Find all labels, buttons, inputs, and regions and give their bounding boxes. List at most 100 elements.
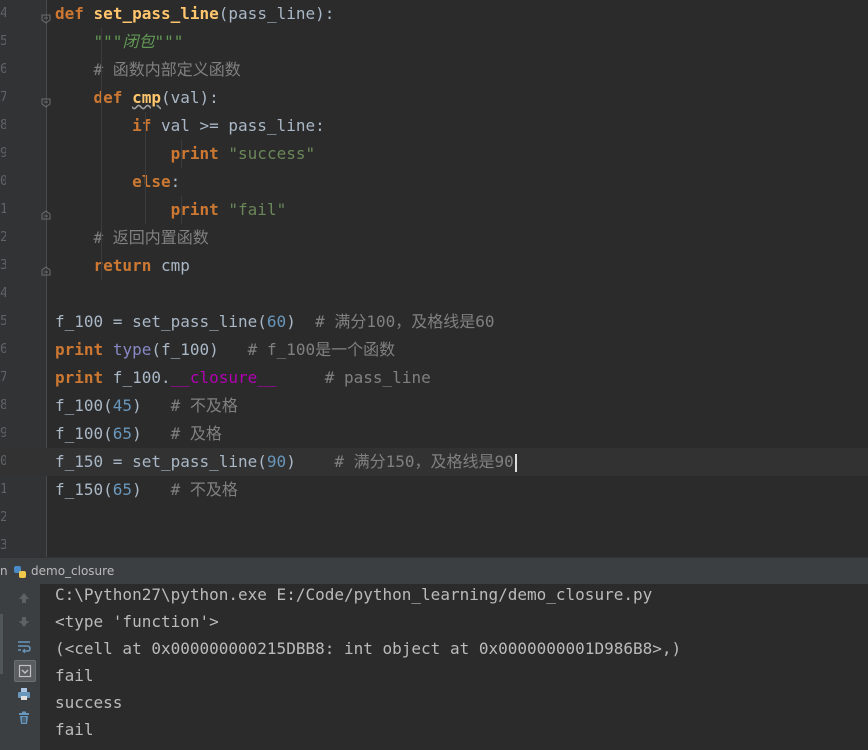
code-line[interactable]: 0 else: bbox=[0, 168, 868, 196]
code-line[interactable]: 7 print f_100.__closure__ # pass_line bbox=[0, 364, 868, 392]
code-line[interactable]: 3 return cmp bbox=[0, 252, 868, 280]
code-token: (val): bbox=[160, 88, 219, 107]
python-file-icon bbox=[13, 564, 27, 578]
console-line: C:\Python27\python.exe E:/Code/python_le… bbox=[55, 585, 653, 604]
code-token: # 满分150，及格线是90 bbox=[334, 452, 514, 471]
indent-guide bbox=[145, 112, 146, 224]
toolbar-edge-indicator bbox=[0, 614, 3, 674]
code-line[interactable]: 0 f_150 = set_pass_line(90) # 满分150，及格线是9… bbox=[0, 448, 868, 476]
code-token: ) bbox=[132, 424, 171, 443]
code-token: print bbox=[170, 200, 219, 219]
fold-arrow-icon[interactable] bbox=[41, 93, 51, 108]
code-token: cmp bbox=[151, 256, 190, 275]
code-line[interactable]: 5 """闭包""" bbox=[0, 28, 868, 56]
fold-end-icon[interactable] bbox=[41, 205, 51, 220]
line-number: 4 bbox=[0, 6, 6, 21]
code-token: f_100. bbox=[103, 368, 171, 387]
code-token: """ bbox=[154, 32, 184, 51]
code-text[interactable]: f_100(45) # 不及格 bbox=[55, 392, 238, 420]
code-line[interactable]: 1 f_150(65) # 不及格 bbox=[0, 476, 868, 504]
code-line[interactable]: 4 bbox=[0, 280, 868, 308]
fold-end-icon[interactable] bbox=[41, 261, 51, 276]
code-token: if bbox=[132, 116, 152, 135]
code-token: (f_100) bbox=[151, 340, 248, 359]
code-text[interactable]: def set_pass_line(pass_line): bbox=[55, 0, 334, 28]
code-token: 45 bbox=[112, 396, 133, 415]
code-token: def bbox=[55, 4, 84, 23]
run-console-output[interactable]: C:\Python27\python.exe E:/Code/python_le… bbox=[41, 584, 868, 750]
up-arrow-icon[interactable] bbox=[14, 588, 34, 608]
code-text[interactable]: f_150(65) # 不及格 bbox=[55, 476, 238, 504]
line-number: 8 bbox=[0, 398, 6, 413]
code-line[interactable]: 6 print type(f_100) # f_100是一个函数 bbox=[0, 336, 868, 364]
line-number: 6 bbox=[0, 62, 6, 77]
code-token: # 满分100，及格线是60 bbox=[315, 312, 495, 331]
console-line: fail bbox=[55, 720, 94, 739]
line-number: 4 bbox=[0, 286, 6, 301]
code-token: f_100( bbox=[55, 424, 113, 443]
code-text[interactable]: # 返回内置函数 bbox=[55, 224, 209, 252]
code-token: def bbox=[93, 88, 123, 107]
code-text[interactable]: def cmp(val): bbox=[55, 84, 219, 112]
code-text[interactable]: else: bbox=[55, 168, 180, 196]
code-token: f_100( bbox=[55, 396, 113, 415]
code-text[interactable]: f_100(65) # 及格 bbox=[55, 420, 222, 448]
code-line[interactable]: 9 f_100(65) # 及格 bbox=[0, 420, 868, 448]
code-token: 65 bbox=[112, 480, 133, 499]
code-line[interactable]: 3 bbox=[0, 532, 868, 557]
code-token: else bbox=[132, 172, 171, 191]
code-text[interactable]: f_150 = set_pass_line(90) # 满分150，及格线是90 bbox=[55, 448, 517, 476]
code-line[interactable]: 2 # 返回内置函数 bbox=[0, 224, 868, 252]
code-line[interactable]: 7 def cmp(val): bbox=[0, 84, 868, 112]
soft-wrap-icon[interactable] bbox=[14, 636, 34, 656]
code-line[interactable]: 8 if val >= pass_line: bbox=[0, 112, 868, 140]
code-token: return bbox=[93, 256, 152, 275]
code-text[interactable]: print f_100.__closure__ # pass_line bbox=[55, 364, 431, 392]
code-token: f_100 = set_pass_line( bbox=[55, 312, 267, 331]
line-number: 1 bbox=[0, 202, 6, 217]
code-text[interactable]: # 函数内部定义函数 bbox=[55, 56, 241, 84]
code-line[interactable]: 8 f_100(45) # 不及格 bbox=[0, 392, 868, 420]
console-line: success bbox=[55, 693, 123, 712]
code-token: cmp bbox=[132, 88, 161, 107]
code-token: (pass_line): bbox=[218, 4, 335, 23]
line-number: 9 bbox=[0, 426, 6, 441]
code-line[interactable]: 4 def set_pass_line(pass_line): bbox=[0, 0, 868, 28]
scroll-to-end-icon[interactable] bbox=[14, 660, 36, 682]
code-line[interactable]: 9 print "success" bbox=[0, 140, 868, 168]
indent-guide bbox=[181, 196, 182, 224]
code-text[interactable]: f_100 = set_pass_line(60) # 满分100，及格线是60 bbox=[55, 308, 495, 336]
code-editor[interactable]: 4 def set_pass_line(pass_line): 5 """闭包"""… bbox=[0, 0, 868, 557]
code-text[interactable]: """闭包""" bbox=[55, 28, 184, 56]
line-number: 7 bbox=[0, 370, 6, 385]
code-text[interactable]: if val >= pass_line: bbox=[55, 112, 325, 140]
code-text[interactable]: return cmp bbox=[55, 252, 190, 280]
code-token: ) bbox=[132, 480, 171, 499]
code-text[interactable]: print type(f_100) # f_100是一个函数 bbox=[55, 336, 395, 364]
run-panel-label: n bbox=[0, 564, 8, 578]
fold-arrow-icon[interactable] bbox=[41, 9, 51, 24]
down-arrow-icon[interactable] bbox=[14, 612, 34, 632]
code-token: ) bbox=[286, 452, 335, 471]
code-line[interactable]: 2 bbox=[0, 504, 868, 532]
indent-guide bbox=[101, 28, 102, 280]
code-token: # 及格 bbox=[170, 424, 222, 443]
code-text[interactable]: print "success" bbox=[55, 140, 316, 168]
code-line[interactable]: 1 print "fail" bbox=[0, 196, 868, 224]
code-line[interactable]: 6 # 函数内部定义函数 bbox=[0, 56, 868, 84]
code-text[interactable]: print "fail" bbox=[55, 196, 287, 224]
console-line: (<cell at 0x000000000215DBB8: int object… bbox=[55, 639, 682, 658]
trash-icon[interactable] bbox=[14, 708, 34, 728]
line-number: 2 bbox=[0, 510, 6, 525]
line-number: 6 bbox=[0, 342, 6, 357]
code-line[interactable]: 5 f_100 = set_pass_line(60) # 满分100，及格线是6… bbox=[0, 308, 868, 336]
print-icon[interactable] bbox=[14, 684, 34, 704]
